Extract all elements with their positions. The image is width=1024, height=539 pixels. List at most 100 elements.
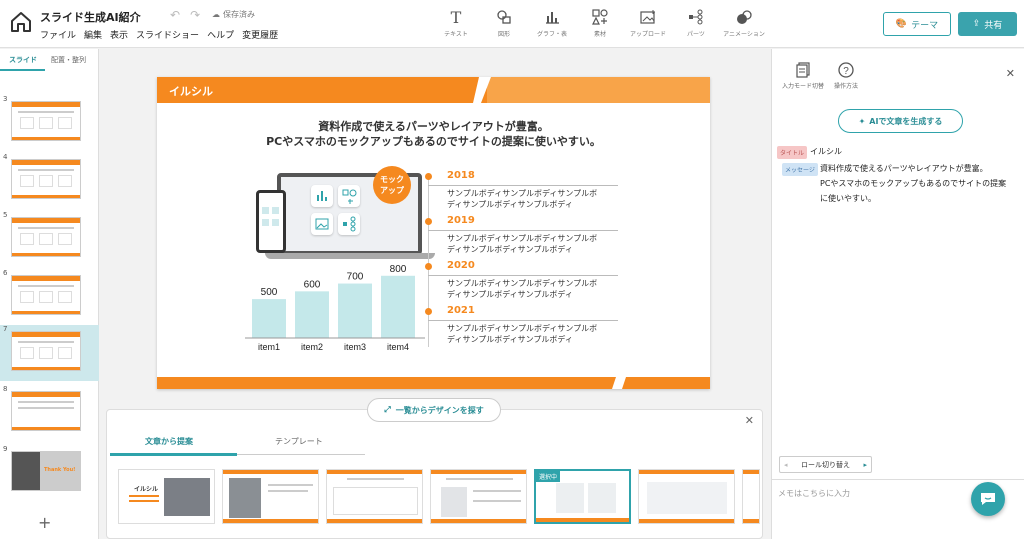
phone-mockup[interactable]: [256, 190, 286, 253]
tool-shapes[interactable]: 図形: [488, 9, 520, 38]
slide-number: 4: [3, 153, 8, 161]
slide-title[interactable]: イルシル: [169, 83, 213, 99]
home-icon[interactable]: [9, 10, 33, 34]
app-image-icon: [311, 213, 333, 235]
message-line: PCやスマホのモックアップもあるのでサイトの提案: [820, 179, 1007, 188]
slide-number: 5: [3, 211, 8, 219]
slide-message[interactable]: 資料作成で使えるパーツやレイアウトが豊富。 PCやスマホのモックアップもあるので…: [157, 119, 710, 149]
close-icon[interactable]: ✕: [745, 414, 754, 427]
slide-canvas[interactable]: イルシル 資料作成で使えるパーツやレイアウトが豊富。 PCやスマホのモックアップ…: [157, 77, 710, 389]
message-line: に使いやすい。: [820, 194, 876, 203]
menu-slideshow[interactable]: スライドショー: [136, 28, 199, 41]
chart-icon: [543, 9, 561, 25]
bar-chart[interactable]: 500 item1 600 item2 700 item3 800 item4: [245, 265, 425, 353]
tab-suggest-from-text[interactable]: 文章から提案: [145, 436, 193, 447]
timeline-text-line: サンプルボディサンプルボディサンプルボ: [447, 189, 598, 198]
category-label: item3: [344, 342, 366, 352]
slide-thumb-row[interactable]: 4: [0, 153, 99, 209]
template-card[interactable]: [638, 469, 735, 524]
timeline-dot: [425, 218, 432, 225]
document-title[interactable]: スライド生成AI紹介: [40, 9, 141, 25]
chevron-left-icon[interactable]: ◂: [784, 461, 788, 469]
slide-thumbnail[interactable]: [11, 217, 81, 257]
slide-thumbnail[interactable]: [11, 101, 81, 141]
slide-number: 7: [3, 325, 8, 333]
template-card[interactable]: [222, 469, 319, 524]
bar-value-label: 700: [347, 272, 364, 283]
menu-history[interactable]: 変更履歴: [242, 28, 278, 41]
title-text[interactable]: イルシル: [810, 144, 842, 159]
slide-thumb-row[interactable]: 5: [0, 211, 99, 267]
undo-icon[interactable]: ↶: [170, 8, 180, 22]
slide-thumbnail[interactable]: [11, 331, 81, 371]
slide-thumb-row[interactable]: 6: [0, 269, 99, 325]
save-status: ☁ 保存済み: [212, 9, 255, 20]
animation-icon: [735, 9, 753, 25]
explore-designs-label: 一覧からデザインを探す: [395, 405, 484, 415]
timeline-text: サンプルボディサンプルボディサンプルボ ディサンプルボディサンプルボディ: [447, 278, 619, 300]
slide-thumbnail[interactable]: [11, 275, 81, 315]
slide-thumb-row-active[interactable]: 7: [0, 325, 99, 381]
menu-bar: ファイル 編集 表示 スライドショー ヘルプ 変更履歴: [40, 28, 278, 41]
tool-upload[interactable]: アップロード: [630, 9, 666, 38]
slide-number: 9: [3, 445, 8, 453]
slide-thumbnail[interactable]: [11, 391, 81, 431]
chat-icon: [981, 493, 995, 505]
ai-generate-button[interactable]: ✦ AIで文章を生成する: [838, 109, 963, 133]
slide-thumb-row[interactable]: 9 Thank You!: [0, 445, 99, 501]
slide-header-slash: [473, 77, 491, 103]
timeline[interactable]: 2018 サンプルボディサンプルボディサンプルボ ディサンプルボディサンプルボディ…: [425, 170, 620, 353]
bar-item4: [381, 275, 415, 338]
share-button-label: 共有: [984, 20, 1003, 31]
canvas-area: イルシル 資料作成で使えるパーツやレイアウトが豊富。 PCやスマホのモックアップ…: [99, 49, 771, 539]
template-card[interactable]: [430, 469, 527, 524]
selected-tag: 選択中: [536, 471, 561, 482]
tool-parts[interactable]: パーツ: [680, 9, 712, 38]
palette-icon: 🎨: [895, 19, 908, 29]
slide-thumbnail[interactable]: Thank You!: [11, 451, 81, 491]
template-card-selected[interactable]: 選択中: [534, 469, 631, 524]
document-icon: [796, 62, 810, 78]
timeline-divider: [428, 230, 618, 231]
menu-edit[interactable]: 編集: [84, 28, 102, 41]
explore-designs-button[interactable]: ⤢ 一覧からデザインを探す: [367, 398, 501, 422]
expand-icon: ⤢: [384, 405, 391, 414]
tab-arrange[interactable]: 配置・整列: [51, 55, 86, 65]
mockup-badge[interactable]: モック アップ: [373, 166, 411, 204]
menu-view[interactable]: 表示: [110, 28, 128, 41]
redo-icon[interactable]: ↷: [190, 8, 200, 22]
badge-line2: アップ: [380, 186, 404, 195]
timeline-divider: [428, 320, 618, 321]
parts-icon: [687, 9, 705, 25]
tool-assets[interactable]: 素材: [584, 9, 616, 38]
message-text[interactable]: 資料作成で使えるパーツやレイアウトが豊富。 PCやスマホのモックアップもあるので…: [820, 161, 1020, 206]
timeline-text: サンプルボディサンプルボディサンプルボ ディサンプルボディサンプルボディ: [447, 188, 619, 210]
share-button[interactable]: ⇪ 共有: [958, 12, 1017, 36]
help-button[interactable]: ? 操作方法: [834, 62, 858, 90]
chevron-right-icon[interactable]: ▸: [863, 461, 867, 469]
input-mode-toggle[interactable]: 入力モード切替: [782, 62, 824, 90]
slide-message-line2: PCやスマホのモックアップもあるのでサイトの提案に使いやすい。: [266, 135, 601, 148]
chat-support-button[interactable]: [971, 482, 1005, 516]
tab-slides[interactable]: スライド: [9, 55, 37, 65]
add-slide-button[interactable]: +: [38, 513, 51, 532]
theme-button[interactable]: 🎨 テーマ: [883, 12, 951, 36]
slide-thumb-row[interactable]: 3: [0, 95, 99, 151]
menu-file[interactable]: ファイル: [40, 28, 76, 41]
suggestion-panel: ✕ 文章から提案 テンプレート イルシル 選択中: [106, 409, 763, 539]
timeline-text-line: サンプルボディサンプルボディサンプルボ: [447, 234, 598, 243]
tool-text[interactable]: T テキスト: [440, 8, 472, 39]
role-switch-control[interactable]: ◂ ロール切り替え ▸: [779, 456, 872, 473]
tool-animation[interactable]: アニメーション: [723, 9, 765, 38]
tool-chart[interactable]: グラフ・表: [536, 9, 568, 38]
slide-thumb-row[interactable]: 8: [0, 385, 99, 441]
bar-item1: [252, 299, 286, 338]
tab-templates[interactable]: テンプレート: [275, 436, 323, 447]
close-icon[interactable]: ✕: [1006, 67, 1015, 80]
template-card[interactable]: イルシル: [118, 469, 215, 524]
template-card[interactable]: [742, 469, 760, 524]
category-label: item1: [258, 342, 280, 352]
slide-thumbnail[interactable]: [11, 159, 81, 199]
menu-help[interactable]: ヘルプ: [207, 28, 234, 41]
template-card[interactable]: [326, 469, 423, 524]
